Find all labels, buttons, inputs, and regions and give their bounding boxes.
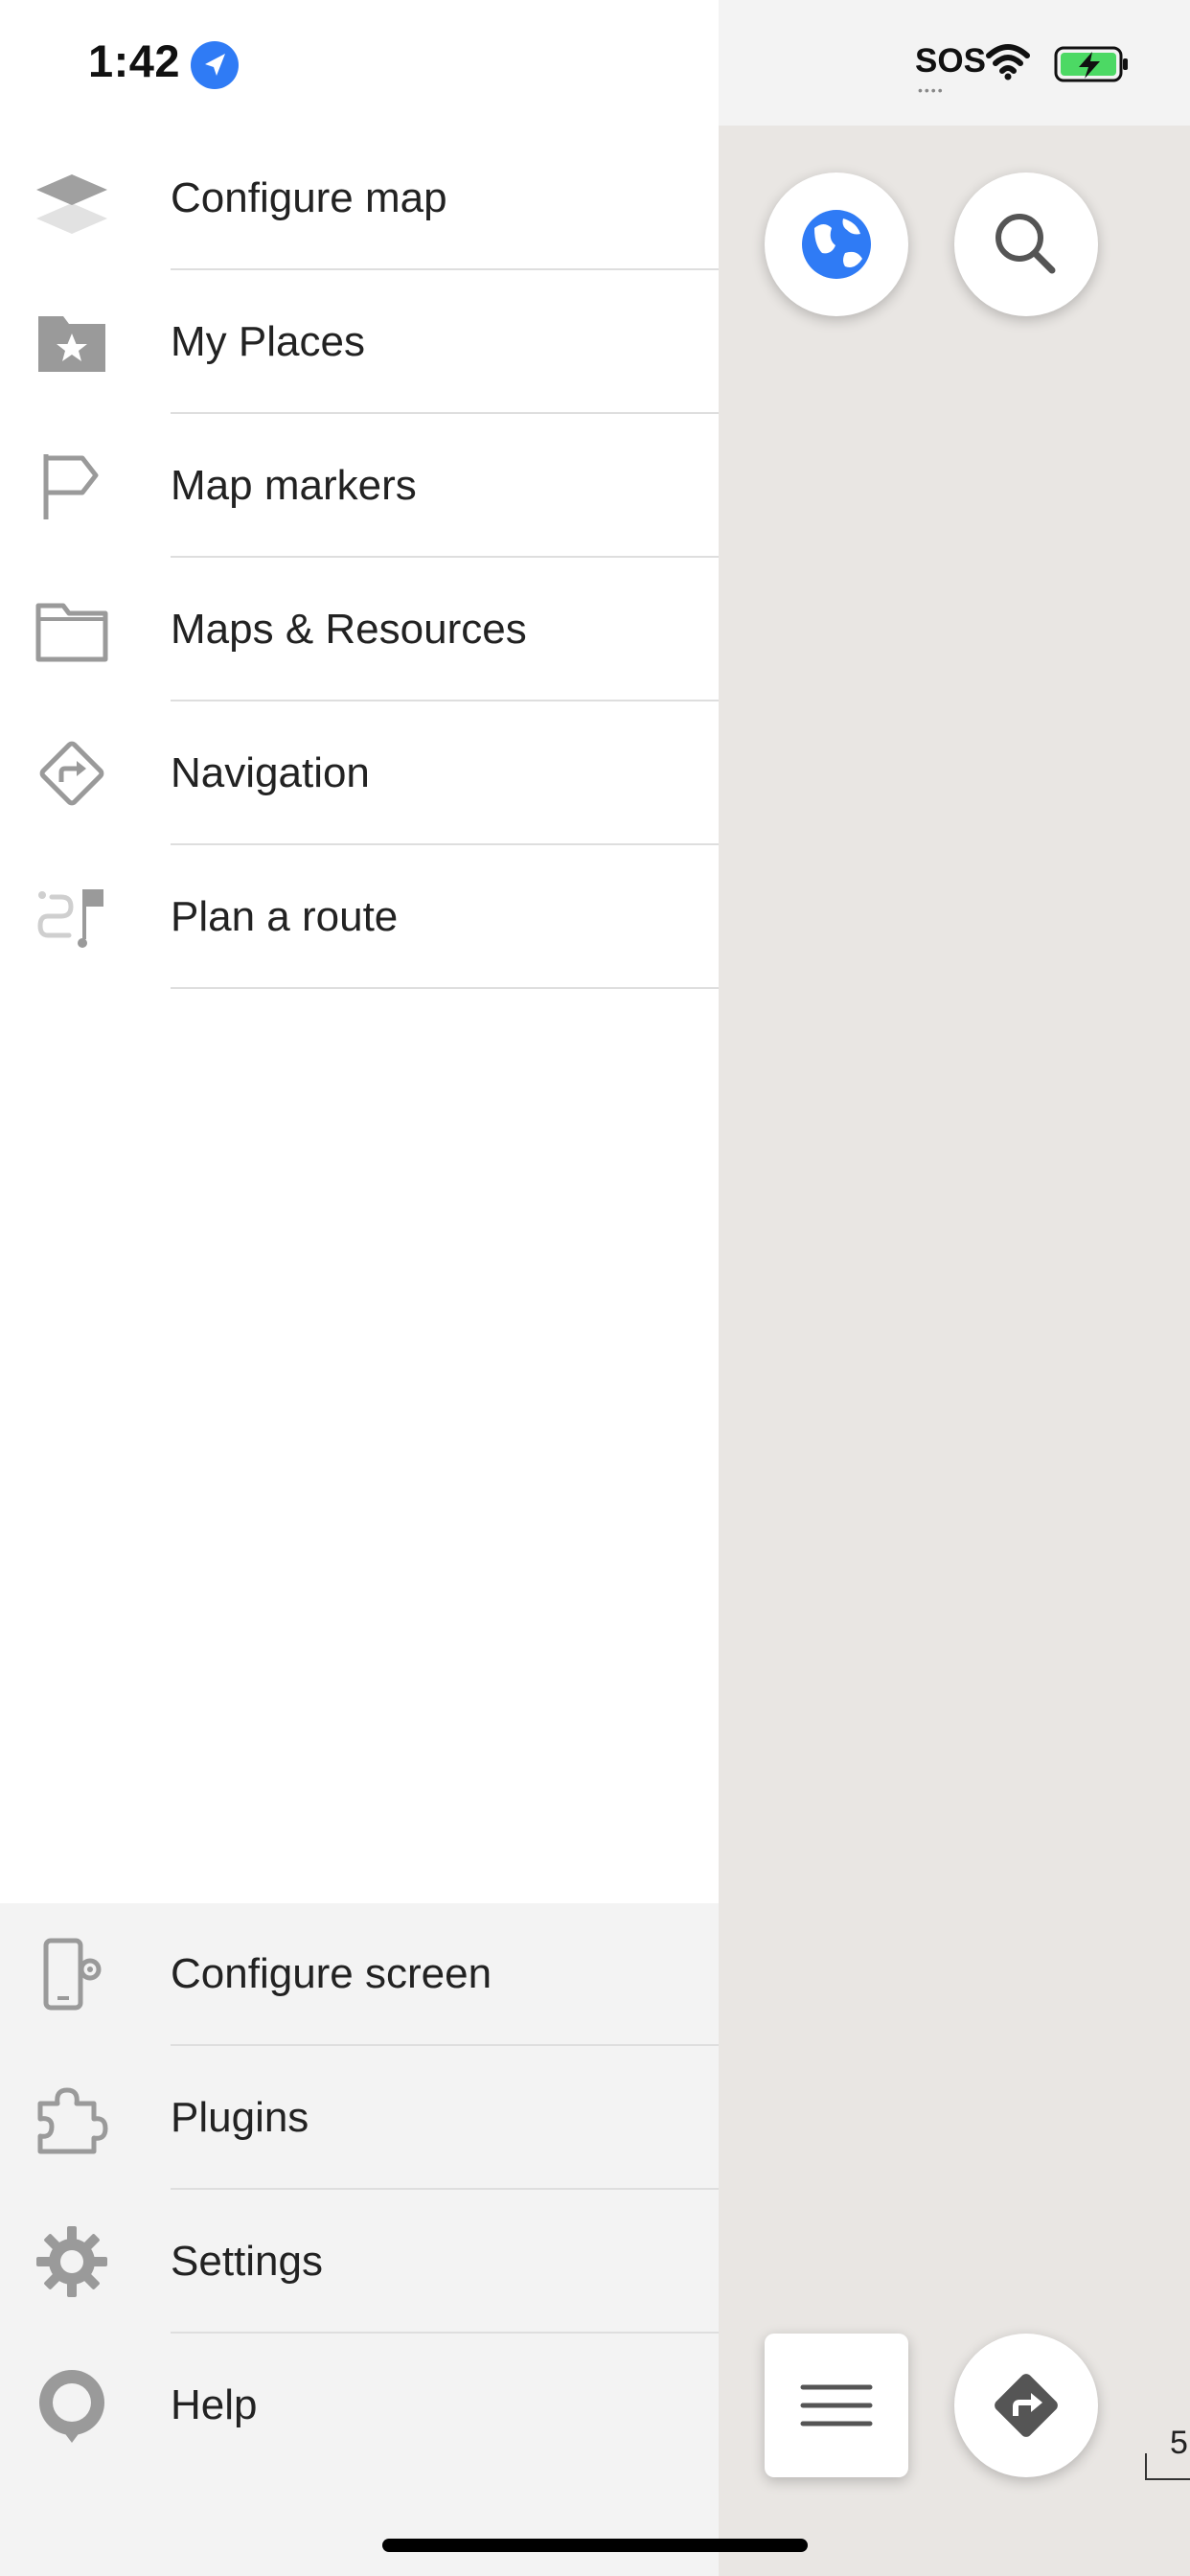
sos-indicator: SOS [915,42,986,80]
menu-button[interactable] [765,2334,908,2477]
plan-route-icon [34,880,109,954]
menu-item-configure-screen[interactable]: Configure screen [0,1902,719,2046]
map-source-button[interactable] [765,172,908,316]
menu-label: Map markers [171,462,417,509]
puzzle-icon [34,2081,109,2155]
globe-icon [802,210,871,279]
search-icon [995,214,1056,274]
menu-label: Plan a route [171,893,399,940]
menu-label: Help [171,2381,258,2428]
divider [171,987,719,989]
menu-label: Maps & Resources [171,606,527,653]
menu-item-plugins[interactable]: Plugins [0,2046,719,2190]
scale-base [1145,2478,1190,2480]
status-right: SOS •••• [910,38,1140,98]
home-indicator[interactable] [382,2539,808,2552]
menu-label: Configure screen [171,1950,492,1997]
menu-item-settings[interactable]: Settings [0,2190,719,2334]
phone-gear-icon [34,1937,109,2012]
menu-label: My Places [171,318,365,365]
status-time: 1:42 [88,35,181,86]
menu-label: Navigation [171,749,370,796]
location-arrow-icon [191,41,239,89]
scale-tick [1145,2453,1147,2480]
menu-label: Configure map [171,174,447,221]
menu-item-configure-map[interactable]: Configure map [0,126,719,270]
wifi-icon [985,42,1031,85]
menu-label: Settings [171,2238,323,2285]
side-drawer: Configure map My Places Map markers Maps… [0,0,719,2576]
flag-icon [34,448,109,523]
menu-item-help[interactable]: Help [0,2334,719,2477]
gear-icon [34,2224,109,2299]
signal-dots: •••• [918,82,945,98]
map-view[interactable] [719,0,1190,2576]
menu-item-plan-route[interactable]: Plan a route [0,845,719,989]
folder-icon [34,592,109,667]
menu-item-navigation[interactable]: Navigation [0,702,719,845]
battery-charging-icon [1054,46,1131,89]
menu-icon [800,2384,873,2426]
layers-icon [34,161,109,236]
search-button[interactable] [954,172,1098,316]
menu-label: Plugins [171,2094,309,2141]
directions-icon [995,2374,1058,2437]
directions-button[interactable] [954,2334,1098,2477]
map-scale: 5 [1145,2425,1190,2482]
navigation-diamond-icon [34,736,109,811]
menu-item-map-markers[interactable]: Map markers [0,414,719,558]
help-bubble-icon [34,2368,109,2443]
menu-item-my-places[interactable]: My Places [0,270,719,414]
scale-label: 5 [1170,2425,1188,2461]
folder-star-icon [34,305,109,380]
menu-item-maps-resources[interactable]: Maps & Resources [0,558,719,702]
